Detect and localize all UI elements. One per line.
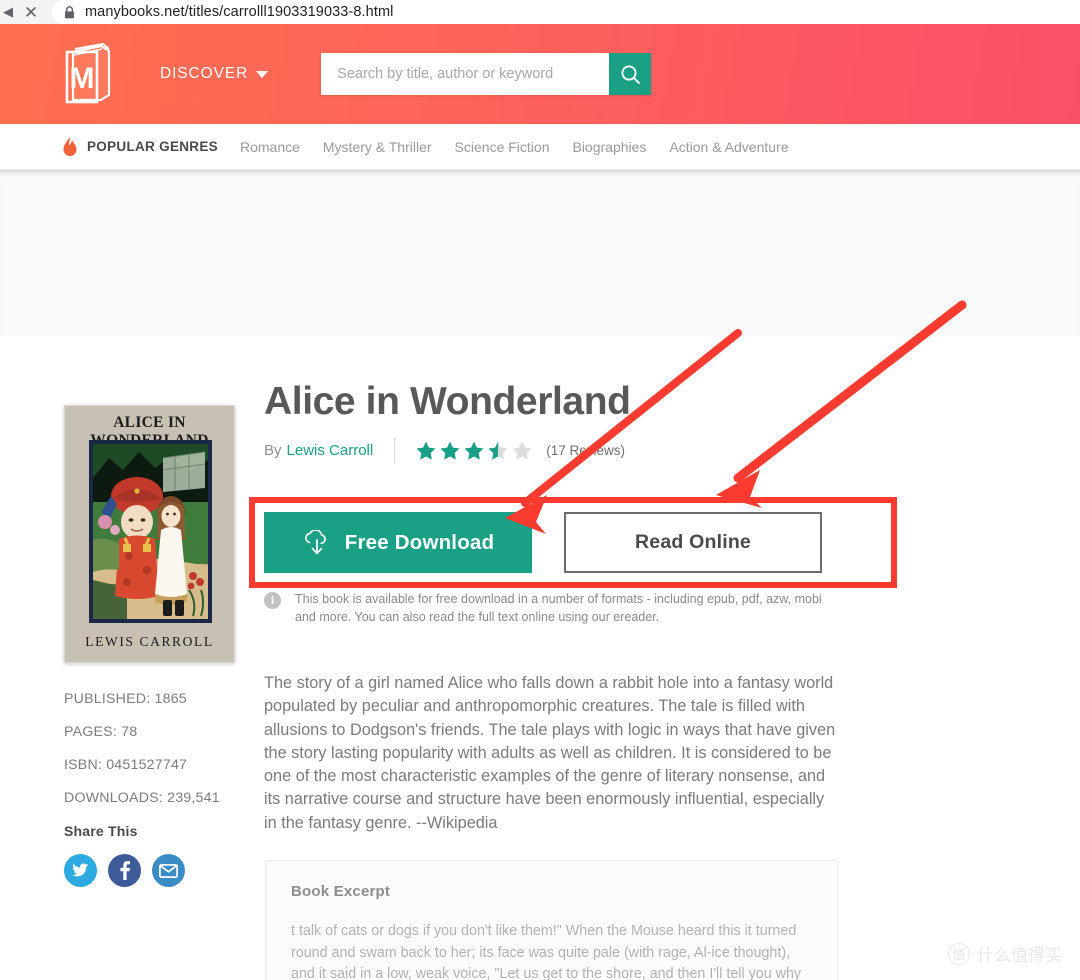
url-text: manybooks.net/titles/carrolll1903319033-… <box>85 4 394 20</box>
meta-isbn-label: ISBN: <box>64 757 103 773</box>
availability-note: i This book is available for free downlo… <box>264 590 844 626</box>
meta-downloads: DOWNLOADS: 239,541 <box>64 790 236 806</box>
meta-isbn: ISBN: 0451527747 <box>64 757 236 773</box>
email-icon[interactable] <box>152 854 185 887</box>
read-online-label: Read Online <box>635 531 751 553</box>
read-online-button[interactable]: Read Online <box>564 512 822 573</box>
page-root: ◀ ✕ manybooks.net/titles/carrolll1903319… <box>0 0 1080 980</box>
genre-link-romance[interactable]: Romance <box>240 139 300 155</box>
cover-author-text: LEWIS CARROLL <box>85 634 214 649</box>
meta-published-label: PUBLISHED: <box>64 691 151 707</box>
info-icon: i <box>264 592 281 609</box>
address-bar[interactable]: manybooks.net/titles/carrolll1903319033-… <box>52 0 1080 24</box>
search-icon <box>621 64 640 84</box>
site-header: M DISCOVER <box>0 24 1080 124</box>
discover-label: DISCOVER <box>160 65 249 82</box>
share-icon-row <box>64 854 236 887</box>
lock-icon <box>64 5 75 19</box>
book-metadata-list: PUBLISHED: 1865 PAGES: 78 ISBN: 04515277… <box>64 691 236 806</box>
watermark: 值 什么值得买 <box>948 941 1062 966</box>
byline: By Lewis Carroll (17 Reviews) <box>264 437 864 464</box>
meta-downloads-label: DOWNLOADS: <box>64 790 163 806</box>
search-input[interactable] <box>321 53 610 95</box>
book-cover-image[interactable]: ALICE IN WONDERLAND <box>64 405 235 663</box>
availability-text: This book is available for free download… <box>295 592 822 625</box>
popular-genres-nav: POPULAR GENRES Romance Mystery & Thrille… <box>0 124 1080 170</box>
meta-pages: PAGES: 78 <box>64 724 236 740</box>
author-link[interactable]: Lewis Carroll <box>287 442 374 459</box>
watermark-mark: 值 <box>948 942 970 965</box>
share-this-heading: Share This <box>64 823 138 839</box>
book-description: The story of a girl named Alice who fall… <box>264 674 836 832</box>
twitter-icon[interactable] <box>64 854 97 887</box>
by-label: By <box>264 442 282 460</box>
genre-link-mystery-thriller[interactable]: Mystery & Thriller <box>323 139 432 155</box>
genre-link-biographies[interactable]: Biographies <box>572 139 646 155</box>
watermark-text: 什么值得买 <box>977 946 1062 965</box>
back-arrow-icon[interactable]: ◀ <box>0 0 14 24</box>
close-icon[interactable]: ✕ <box>14 0 48 24</box>
meta-published: PUBLISHED: 1865 <box>64 691 236 707</box>
flame-icon <box>62 136 78 158</box>
facebook-icon[interactable] <box>108 854 141 887</box>
discover-menu[interactable]: DISCOVER <box>160 65 269 83</box>
action-button-row: Free Download Read Online <box>264 512 822 573</box>
byline-divider <box>394 437 396 464</box>
search-button[interactable] <box>609 53 652 95</box>
browser-toolbar: ◀ ✕ manybooks.net/titles/carrolll1903319… <box>0 0 1080 24</box>
rating-stars[interactable] <box>416 440 534 461</box>
genre-link-action-adventure[interactable]: Action & Adventure <box>669 139 788 155</box>
meta-isbn-value: 0451527747 <box>106 757 188 773</box>
book-excerpt-text: t talk of cats or dogs if you don't like… <box>291 923 802 980</box>
hero-banner-area <box>0 170 1080 336</box>
svg-text:M: M <box>70 62 95 95</box>
review-count-label: (17 Reviews) <box>546 443 625 459</box>
free-download-label: Free Download <box>344 530 495 554</box>
meta-pages-label: PAGES: <box>64 724 117 740</box>
book-sidebar: ALICE IN WONDERLAND <box>64 405 236 887</box>
book-main-content: Alice in Wonderland By Lewis Carroll (17… <box>264 380 864 464</box>
genre-link-science-fiction[interactable]: Science Fiction <box>455 139 550 155</box>
search-bar <box>321 53 652 95</box>
cloud-download-icon <box>304 529 326 554</box>
free-download-button[interactable]: Free Download <box>264 512 532 573</box>
book-excerpt-heading: Book Excerpt <box>291 883 391 900</box>
popular-genres-label: POPULAR GENRES <box>87 139 218 154</box>
manybooks-book-logo-icon[interactable]: M <box>63 42 113 105</box>
meta-downloads-value: 239,541 <box>167 790 220 806</box>
cover-illustration <box>89 440 212 623</box>
book-excerpt-card: Book Excerpt t talk of cats or dogs if y… <box>265 860 838 980</box>
chevron-down-icon <box>256 70 269 78</box>
meta-published-value: 1865 <box>154 691 187 707</box>
meta-pages-value: 78 <box>121 724 138 740</box>
page-title: Alice in Wonderland <box>264 380 631 423</box>
